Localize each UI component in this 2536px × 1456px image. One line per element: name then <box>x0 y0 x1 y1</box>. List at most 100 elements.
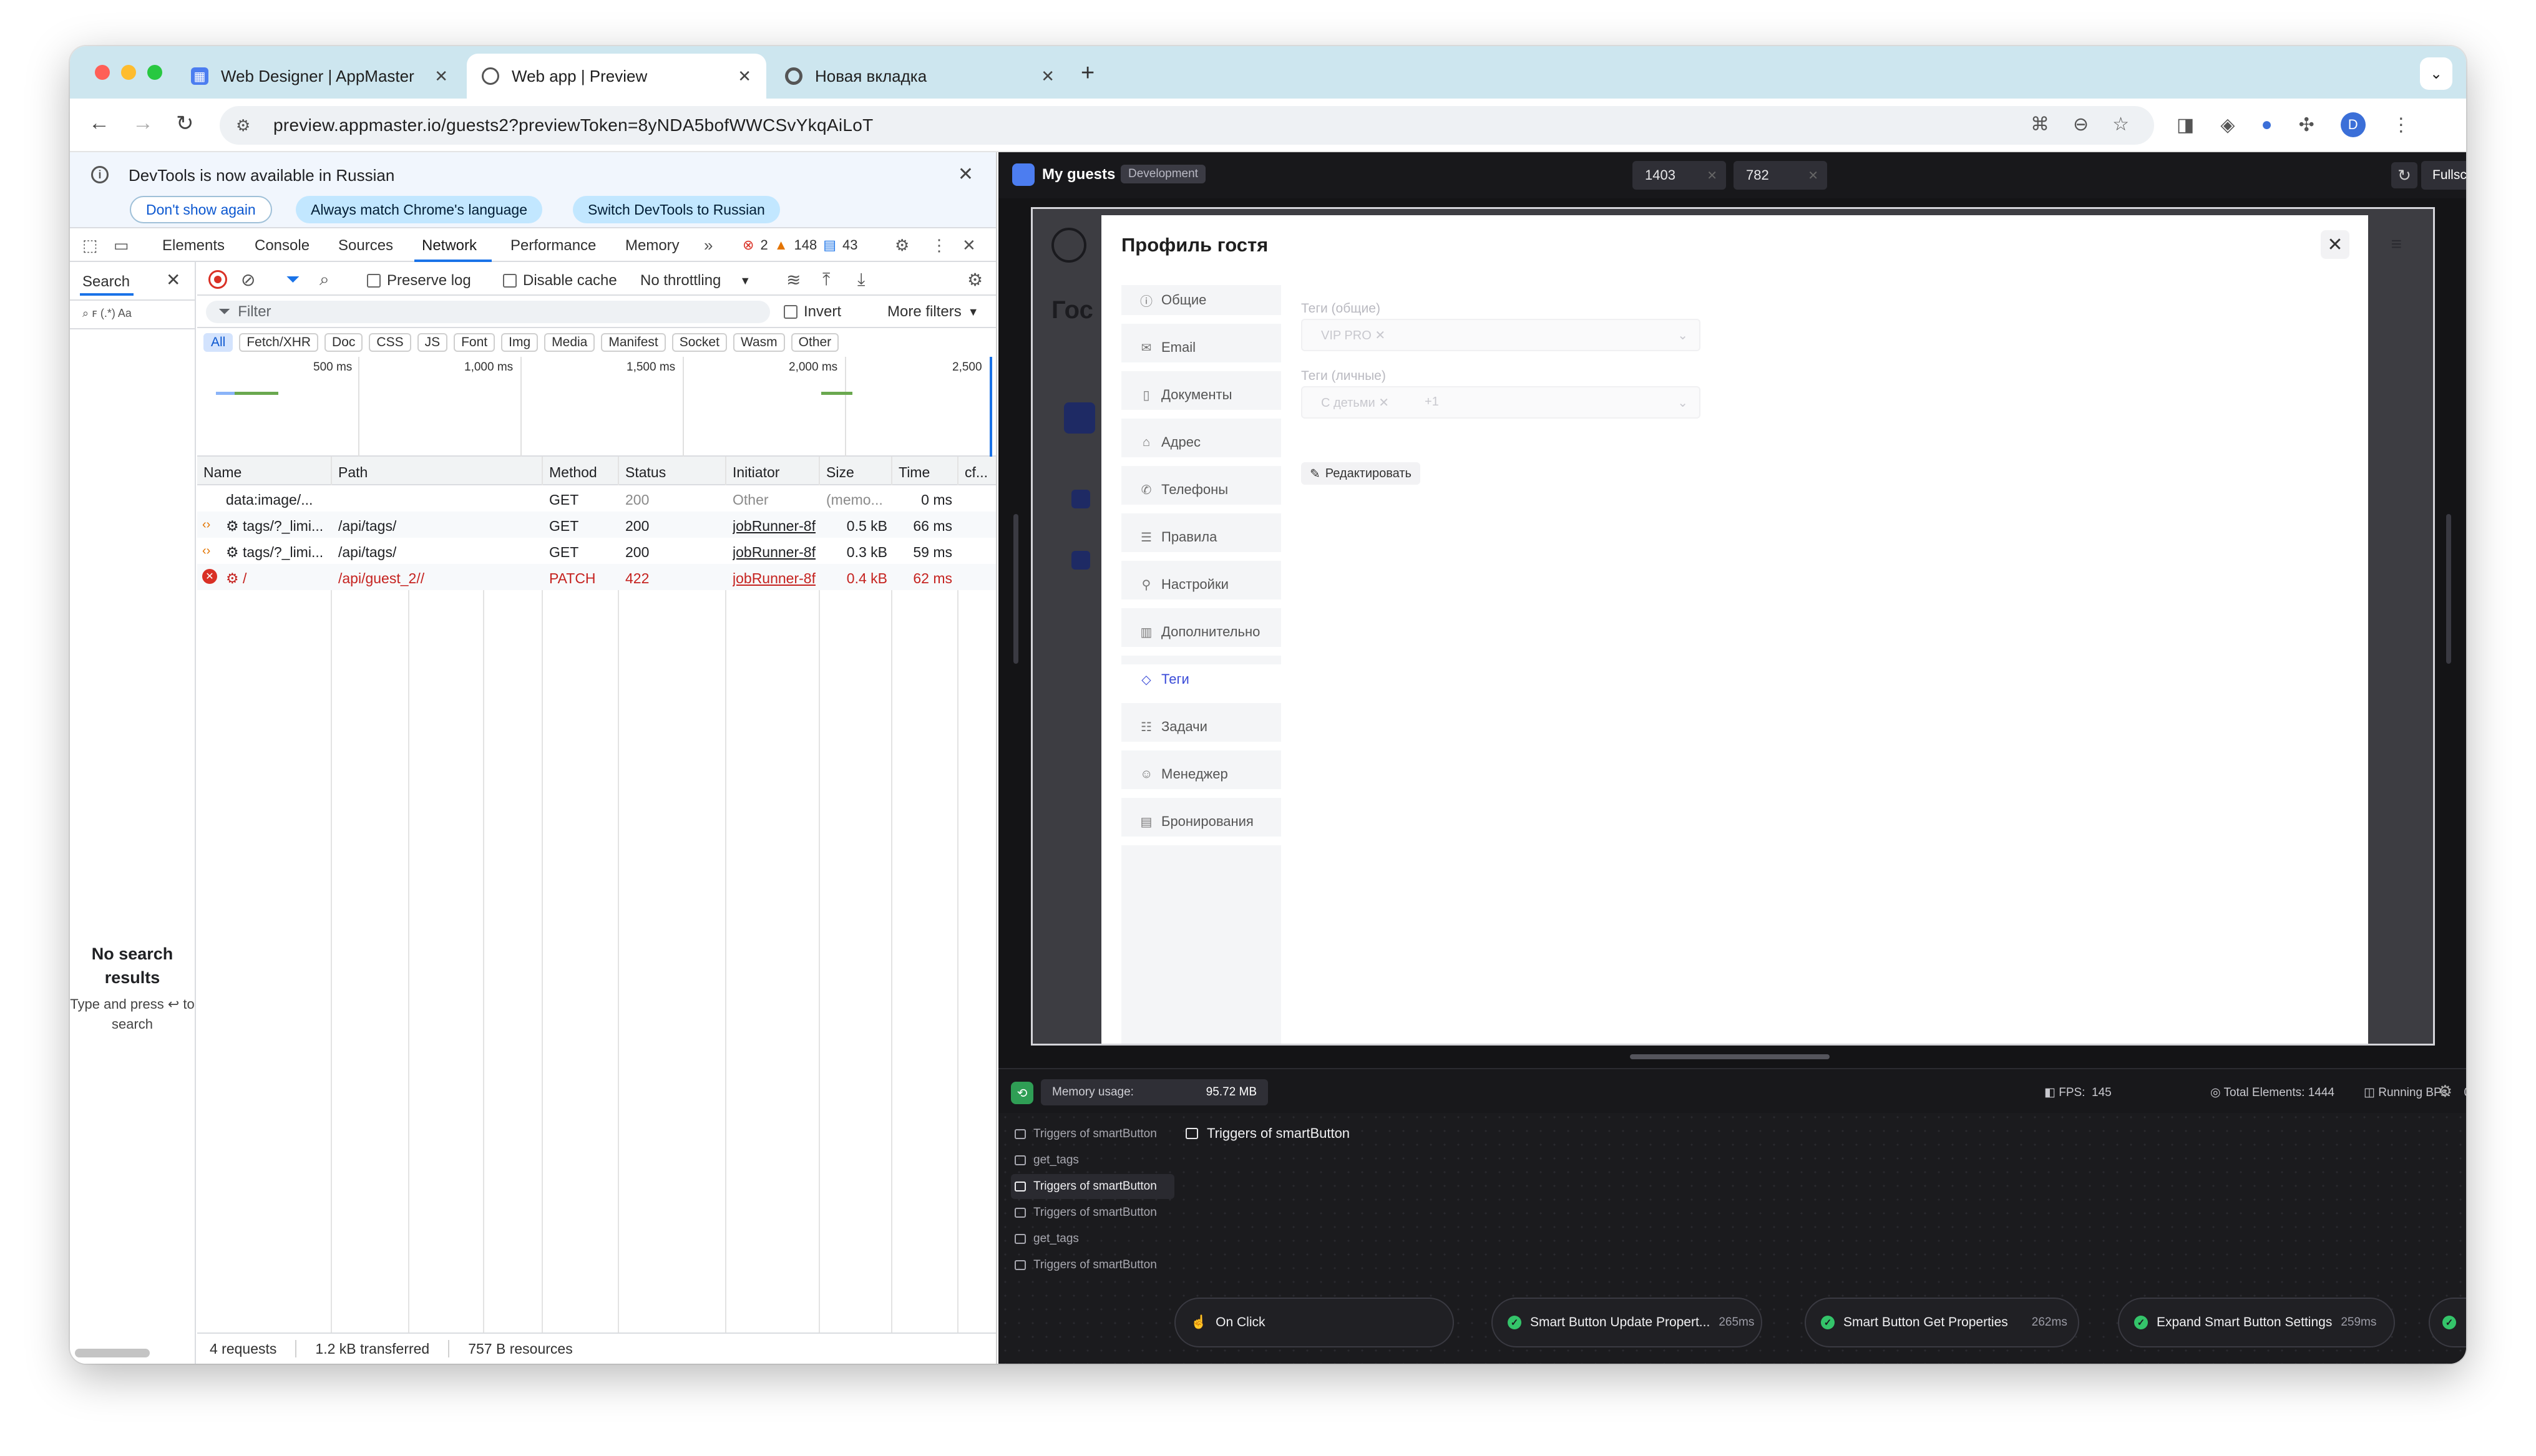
nav-item-email[interactable]: ✉ Email <box>1121 332 1281 371</box>
filter-doc[interactable]: Doc <box>324 333 363 352</box>
column-cf[interactable]: cf... <box>965 464 988 481</box>
extension-shield-icon[interactable]: ◨ <box>2177 114 2194 136</box>
close-devtools-icon[interactable]: ✕ <box>962 236 976 255</box>
tab-search-chevron-icon[interactable]: ⌄ <box>2420 57 2452 90</box>
clear-icon[interactable]: ⊘ <box>241 269 255 290</box>
tab-elements[interactable]: Elements <box>162 237 225 255</box>
filter-img[interactable]: Img <box>501 333 539 352</box>
extension-cube-icon[interactable]: ◈ <box>2220 114 2235 136</box>
translate-icon[interactable]: ⌘ <box>2031 114 2049 135</box>
nav-item-rules[interactable]: ☰ Правила <box>1121 522 1281 561</box>
nav-item-extra[interactable]: ▥ Дополнительно <box>1121 617 1281 656</box>
edit-tags-button[interactable]: ✎ Редактировать <box>1301 462 1420 485</box>
horizontal-scrollbar[interactable] <box>75 1349 150 1357</box>
filter-js[interactable]: JS <box>417 333 448 352</box>
filter-wasm[interactable]: Wasm <box>733 333 785 352</box>
gear-icon[interactable]: ⚙ <box>895 236 909 255</box>
address-bar[interactable]: ⚙ preview.appmaster.io/guests2?previewTo… <box>220 106 2154 145</box>
inspect-element-icon[interactable]: ⬚ <box>82 236 98 255</box>
table-row[interactable]: ‹› ⚙ tags/?_limi... /api/tags/ GET 200 j… <box>197 512 996 538</box>
close-icon[interactable]: ✕ <box>1808 168 1818 183</box>
request-initiator-link[interactable]: jobRunner-8f <box>733 570 816 587</box>
flow-node-next[interactable]: ✓ <box>2429 1298 2466 1347</box>
fullscreen-button[interactable]: Fullscreen⤢ <box>2421 161 2466 190</box>
close-icon[interactable]: ✕ <box>1375 329 1385 342</box>
list-item[interactable]: get_tags <box>1011 1226 1174 1251</box>
puzzle-icon[interactable]: ✣ <box>2299 114 2314 136</box>
close-icon[interactable]: ✕ <box>1041 67 1055 86</box>
vertical-scrollbar[interactable] <box>2446 514 2451 664</box>
close-icon[interactable]: ✕ <box>2321 230 2349 259</box>
flow-node-expand-settings[interactable]: ✓ Expand Smart Button Settings 259ms <box>2118 1298 2395 1347</box>
close-icon[interactable]: ✕ <box>958 163 973 185</box>
preserve-log-checkbox[interactable]: Preserve log <box>367 272 471 289</box>
column-path[interactable]: Path <box>338 464 368 481</box>
tab-sources[interactable]: Sources <box>338 237 393 255</box>
list-item[interactable]: Triggers of smartButton <box>1011 1122 1174 1147</box>
request-initiator-link[interactable]: jobRunner-8f <box>733 544 816 561</box>
nav-item-settings[interactable]: ⚲ Настройки <box>1121 570 1281 608</box>
reload-preview-icon[interactable]: ↻ <box>2391 162 2417 188</box>
tab-performance[interactable]: Performance <box>510 237 596 255</box>
column-method[interactable]: Method <box>549 464 597 481</box>
network-settings-gear-icon[interactable]: ⚙ <box>967 269 983 290</box>
column-initiator[interactable]: Initiator <box>733 464 779 481</box>
filter-socket[interactable]: Socket <box>671 333 727 352</box>
zoom-icon[interactable]: ⊖ <box>2073 114 2089 135</box>
close-icon[interactable]: ✕ <box>738 67 751 86</box>
height-input[interactable]: 782 ✕ <box>1734 161 1827 190</box>
close-icon[interactable]: ✕ <box>1707 168 1717 183</box>
list-item[interactable]: Triggers of smartButton <box>1011 1174 1174 1199</box>
nav-item-tags[interactable]: ◇ Теги <box>1121 664 1281 703</box>
tab-web-app-preview[interactable]: Web app | Preview ✕ <box>467 54 766 99</box>
personal-tags-select[interactable]: С детьми ✕ +1 ⌄ <box>1301 386 1700 419</box>
close-window-button[interactable] <box>95 65 110 80</box>
search-options[interactable]: ꜰ (.*) Aa <box>92 307 132 319</box>
panel-resize-handle[interactable] <box>1630 1054 1830 1059</box>
table-row[interactable]: ✕ ⚙ / /api/guest_2// PATCH 422 jobRunner… <box>197 564 996 590</box>
download-icon[interactable]: ⤓ <box>857 269 865 290</box>
table-row[interactable]: data:image/... GET 200 Other (memo... 0 … <box>197 485 996 512</box>
tab-console[interactable]: Console <box>255 237 310 255</box>
nav-item-phones[interactable]: ✆ Телефоны <box>1121 475 1281 513</box>
tab-new-tab[interactable]: Новая вкладка ✕ <box>770 54 1070 99</box>
more-filters-dropdown[interactable]: More filters ▼ <box>887 303 979 321</box>
filter-css[interactable]: CSS <box>369 333 411 352</box>
dont-show-again-button[interactable]: Don't show again <box>130 196 272 223</box>
kebab-menu-icon[interactable]: ⋮ <box>931 236 947 255</box>
column-size[interactable]: Size <box>826 464 854 481</box>
bookmark-star-icon[interactable]: ☆ <box>2112 114 2129 135</box>
list-item[interactable]: get_tags <box>1011 1148 1174 1173</box>
reload-icon[interactable]: ↻ <box>176 111 194 136</box>
more-tabs-chevron-icon[interactable]: » <box>704 236 713 255</box>
nav-item-manager[interactable]: ☺ Менеджер <box>1121 759 1281 798</box>
flow-node-on-click[interactable]: ☝ On Click <box>1174 1298 1454 1347</box>
switch-devtools-russian-button[interactable]: Switch DevTools to Russian <box>573 196 780 223</box>
request-initiator-link[interactable]: jobRunner-8f <box>733 518 816 535</box>
search-input[interactable]: ⌕ ꜰ (.*) Aa <box>70 299 195 329</box>
nav-item-bookings[interactable]: ▤ Бронирования <box>1121 807 1281 845</box>
extension-dot-icon[interactable]: ● <box>2261 114 2272 135</box>
close-icon[interactable]: ✕ <box>434 67 448 86</box>
filter-other[interactable]: Other <box>791 333 839 352</box>
list-item[interactable]: Triggers of smartButton <box>1011 1200 1174 1225</box>
tab-network[interactable]: Network <box>422 237 477 255</box>
flow-node-update-properties[interactable]: ✓ Smart Button Update Propert... 265ms <box>1491 1298 1762 1347</box>
zoom-window-button[interactable] <box>147 65 162 80</box>
filter-all[interactable]: All <box>203 333 233 352</box>
table-row[interactable]: ‹› ⚙ tags/?_limi... /api/tags/ GET 200 j… <box>197 538 996 564</box>
close-icon[interactable]: ✕ <box>1378 396 1389 410</box>
width-input[interactable]: 1403 ✕ <box>1632 161 1726 190</box>
search-tab-title[interactable]: Search <box>82 273 130 291</box>
invert-checkbox[interactable]: Invert <box>784 303 841 321</box>
kebab-menu-icon[interactable]: ⋮ <box>2392 114 2411 136</box>
list-item[interactable]: Triggers of smartButton <box>1011 1253 1174 1278</box>
upload-icon[interactable]: ⤒ <box>822 269 830 290</box>
search-icon[interactable]: ⌕ <box>319 269 329 290</box>
nav-item-tasks[interactable]: ☷ Задачи <box>1121 712 1281 750</box>
record-stop-icon[interactable] <box>208 270 227 289</box>
tab-memory[interactable]: Memory <box>625 237 680 255</box>
device-toolbar-icon[interactable]: ▭ <box>114 236 129 255</box>
minimize-window-button[interactable] <box>121 65 136 80</box>
filter-font[interactable]: Font <box>454 333 495 352</box>
